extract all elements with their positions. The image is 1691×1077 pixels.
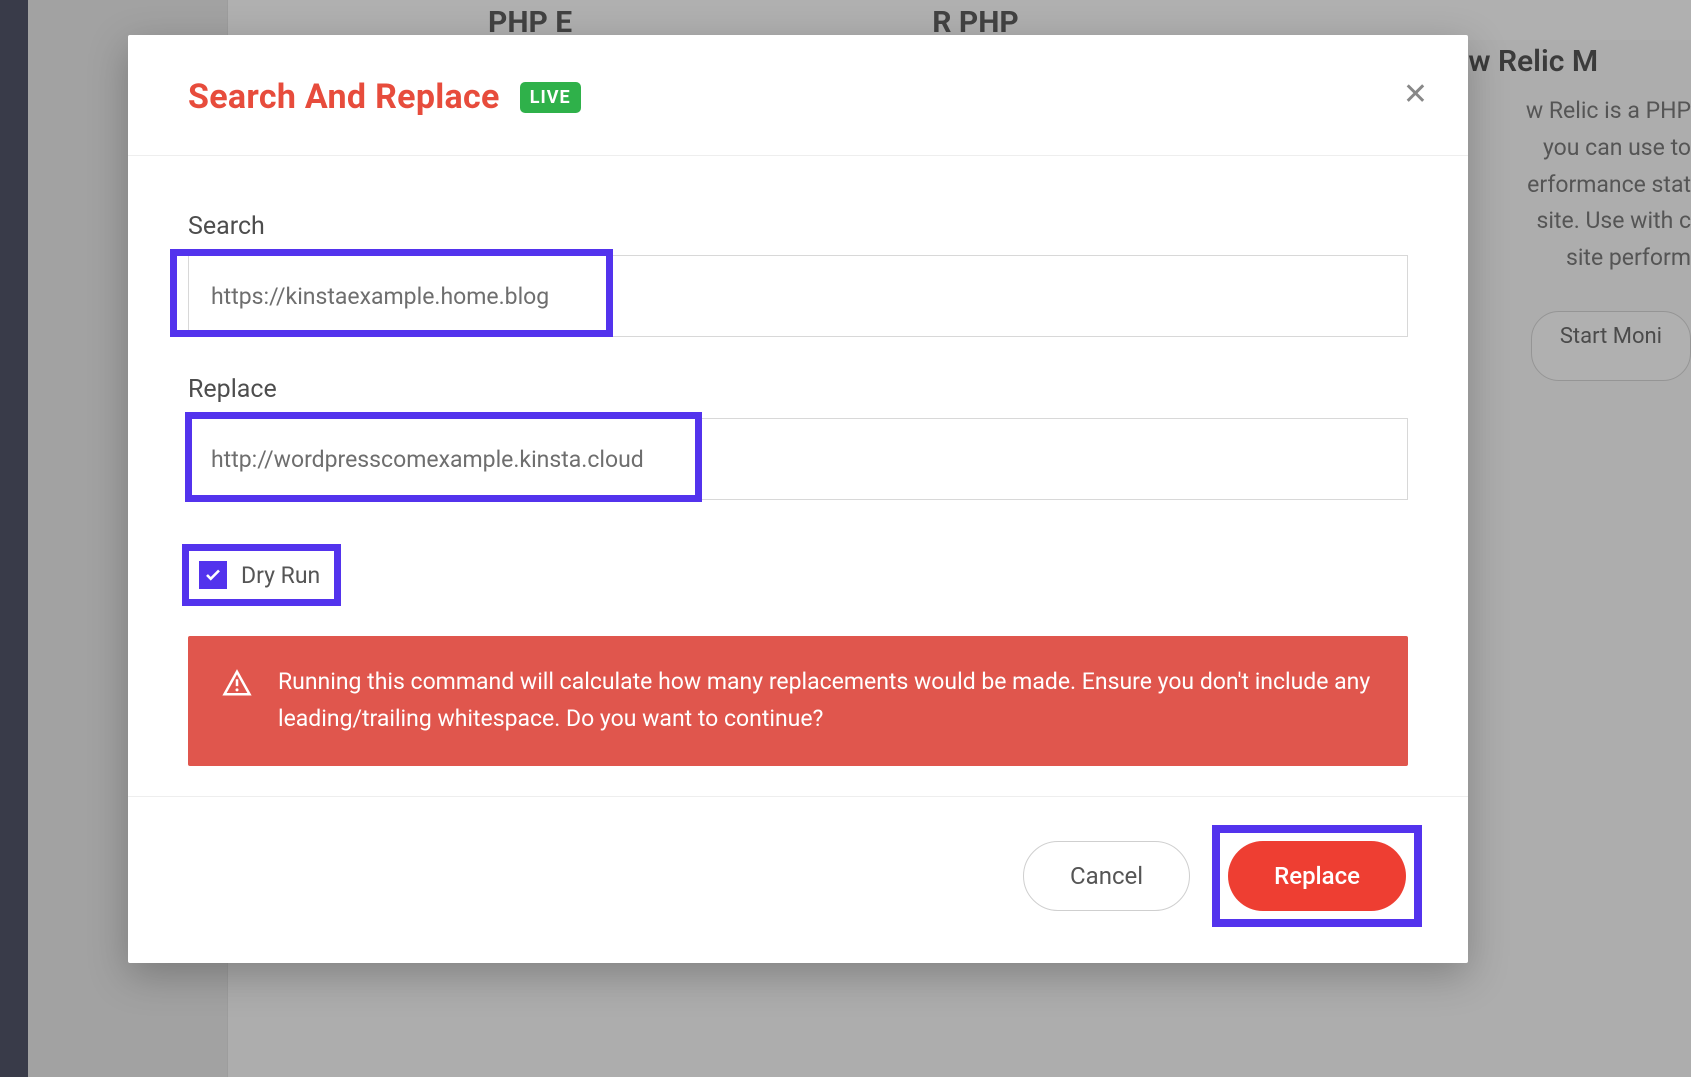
dry-run-checkbox-row[interactable]: Dry Run: [182, 544, 341, 606]
search-input-shell: [188, 255, 1408, 337]
replace-label: Replace: [188, 375, 1408, 404]
modal-title: Search And Replace: [188, 77, 500, 117]
replace-input[interactable]: [189, 419, 1407, 499]
replace-button[interactable]: Replace: [1228, 841, 1406, 911]
modal-header: Search And Replace LIVE ✕: [128, 35, 1468, 156]
close-icon[interactable]: ✕: [1403, 80, 1428, 110]
modal-overlay[interactable]: Search And Replace LIVE ✕ Search Replace: [0, 0, 1691, 1077]
warning-text: Running this command will calculate how …: [278, 664, 1374, 738]
highlight-replace-button: Replace: [1212, 825, 1422, 927]
cancel-button[interactable]: Cancel: [1023, 841, 1190, 911]
warning-icon: [222, 668, 252, 698]
search-replace-modal: Search And Replace LIVE ✕ Search Replace: [128, 35, 1468, 963]
search-field-row: Search: [188, 212, 1408, 337]
dry-run-checkbox[interactable]: [199, 561, 227, 589]
replace-field-row: Replace: [188, 375, 1408, 500]
env-badge-live: LIVE: [520, 82, 581, 113]
replace-input-shell: [188, 418, 1408, 500]
modal-footer: Cancel Replace: [128, 796, 1468, 963]
search-input[interactable]: [189, 256, 1407, 336]
dry-run-label: Dry Run: [241, 562, 320, 589]
check-icon: [204, 566, 222, 584]
modal-body: Search Replace Dry Run: [128, 156, 1468, 796]
warning-alert: Running this command will calculate how …: [188, 636, 1408, 766]
search-label: Search: [188, 212, 1408, 241]
